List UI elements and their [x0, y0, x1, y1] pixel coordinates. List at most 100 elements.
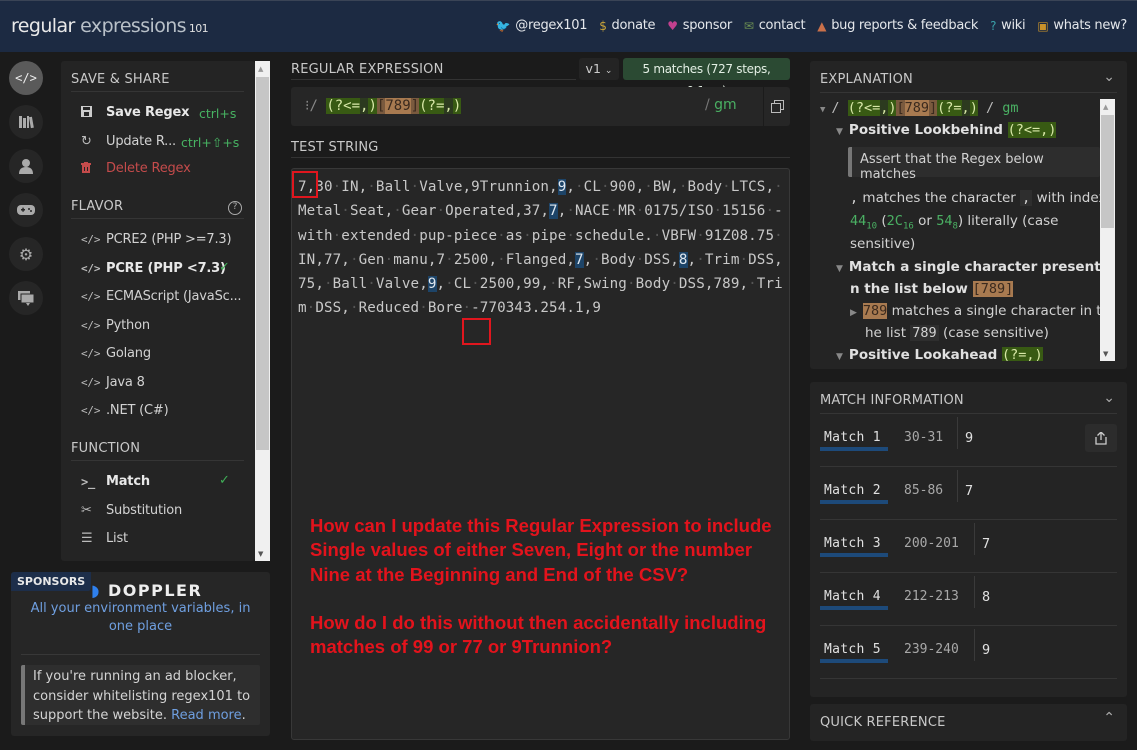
flavor-option[interactable]: </> ECMAScript (JavaSc... — [81, 289, 242, 304]
delete-regex-label: Delete Regex — [106, 161, 191, 176]
explanation-lookahead[interactable]: ▼ Positive Lookahead (?=,) — [836, 347, 1043, 361]
class-body: 789 — [910, 325, 939, 341]
function-substitution[interactable]: ✂ Substitution — [81, 503, 182, 518]
token-close: ) — [368, 98, 377, 114]
token-class-body: 789 — [385, 98, 411, 114]
lookbehind-label: Positive Lookbehind — [848, 122, 1008, 138]
scroll-down-arrow[interactable]: ▼ — [1103, 350, 1108, 358]
code-icon: </> — [81, 404, 101, 417]
chevron-down-icon[interactable]: ⌄ — [1103, 390, 1115, 406]
text: matches the character — [858, 190, 1021, 206]
function-match[interactable]: >_ Match — [81, 474, 150, 489]
flavor-option[interactable]: </> PCRE (PHP <7.3) — [81, 261, 226, 276]
editor-area: REGULAR EXPRESSION v1 ⌄ 5 matches (727 s… — [281, 52, 800, 750]
nav-bug-reports-feedback[interactable]: ▲ bug reports & feedback — [817, 18, 978, 33]
nav-label: @regex101 — [515, 18, 588, 33]
separator — [974, 629, 975, 661]
gear-icon[interactable]: ⚙ — [9, 237, 43, 271]
list-icon: ☰ — [81, 531, 93, 546]
copy-button[interactable] — [763, 87, 790, 126]
regex-input[interactable]: ⁝/ (?<=,)[789](?=,) / gm — [291, 87, 790, 126]
nav-label: contact — [758, 18, 806, 33]
save-regex-button[interactable]: Save Regex — [81, 105, 189, 120]
code-icon: </> — [81, 347, 101, 360]
match-row[interactable]: Match 3 200-201 7 — [820, 520, 1117, 573]
flavor-option[interactable]: </> PCRE2 (PHP >=7.3) — [81, 232, 232, 247]
left-panel-scrollbar[interactable]: ▲ ▼ — [255, 61, 270, 561]
function-list[interactable]: ☰ List — [81, 531, 128, 546]
triangle-down-icon[interactable]: ▼ — [820, 105, 825, 115]
code-icon: </> — [81, 318, 101, 332]
help-icon[interactable]: ? — [228, 201, 242, 215]
nav-label: bug reports & feedback — [831, 18, 979, 33]
regex-expression[interactable]: ⁝/ (?<=,)[789](?=,) — [305, 98, 462, 114]
explanation-class-body[interactable]: ▶ 789 matches a single character in t — [850, 303, 1100, 319]
token-class-close: ] — [410, 98, 420, 114]
explanation-class[interactable]: ▼ Match a single character present i — [836, 259, 1100, 275]
nav-label: whats new? — [1053, 18, 1127, 33]
logo[interactable]: regular expressions 101 — [11, 15, 209, 37]
chevron-down-icon[interactable]: ⌄ — [1103, 69, 1115, 85]
flavor-option[interactable]: </> Java 8 — [81, 375, 145, 390]
flavor-label: Python — [106, 317, 150, 333]
scroll-up-arrow[interactable]: ▲ — [1103, 103, 1108, 111]
match-label: Match 4 — [824, 589, 881, 604]
match-row[interactable]: Match 4 212-213 8 — [820, 573, 1117, 626]
text: or — [913, 213, 937, 229]
user-icon[interactable] — [9, 149, 43, 183]
match-underline — [820, 553, 888, 557]
sub: 16 — [902, 221, 914, 232]
flavor-option[interactable]: </> Golang — [81, 346, 151, 361]
code-icon[interactable]: </> — [9, 61, 43, 95]
nav-sponsor[interactable]: ♥ sponsor — [667, 18, 732, 33]
sponsor-tagline[interactable]: All your environment variables, in one p… — [21, 600, 260, 636]
test-string-editor[interactable]: 7,30·IN,·Ball·Valve,9Trunnion,9,·CL·900,… — [291, 168, 790, 740]
flavor-option[interactable]: </> Python — [81, 318, 150, 333]
version-select[interactable]: v1 ⌄ — [579, 58, 619, 80]
logo-101: 101 — [185, 22, 209, 35]
delimiter-close: / — [705, 97, 710, 113]
nav-regex101[interactable]: 🐦 @regex101 — [496, 18, 588, 33]
match-row[interactable]: Match 1 30-31 9 — [820, 414, 1117, 467]
triangle-down-icon[interactable]: ▼ — [836, 264, 843, 274]
delete-regex-button[interactable]: Delete Regex — [81, 161, 191, 176]
triangle-down-icon[interactable]: ▼ — [836, 127, 843, 137]
token-close: ) — [452, 98, 462, 114]
match-row[interactable]: Match 5 239-240 9 — [820, 626, 1117, 679]
triangle-right-icon[interactable]: ▶ — [850, 308, 857, 318]
scroll-up-arrow[interactable]: ▲ — [258, 65, 263, 73]
update-regex-button[interactable]: ↻ Update R... — [81, 134, 176, 149]
flavor-label: Golang — [106, 346, 151, 361]
nav-whats-new[interactable]: ▣ whats new? — [1037, 18, 1127, 33]
explanation-scrollbar[interactable]: ▲ ▼ — [1100, 99, 1115, 361]
test-string-text[interactable]: 7,30·IN,·Ball·Valve,9Trunnion,9,·CL·900,… — [298, 175, 783, 321]
nav-wiki[interactable]: ? wiki — [990, 18, 1026, 33]
triangle-down-icon[interactable]: ▼ — [836, 352, 843, 361]
library-icon[interactable] — [9, 105, 43, 139]
explanation-lookbehind[interactable]: ▼ Positive Lookbehind (?<=,) — [836, 122, 1057, 138]
scroll-down-arrow[interactable]: ▼ — [258, 550, 263, 558]
chevron-up-icon[interactable]: ⌃ — [1103, 710, 1115, 726]
regex-title: REGULAR EXPRESSION — [291, 62, 444, 77]
nav-donate[interactable]: $ donate — [599, 18, 655, 33]
match-row[interactable]: Match 2 85-86 7 — [820, 467, 1117, 520]
chat-icon[interactable] — [9, 281, 43, 315]
gamepad-icon[interactable] — [9, 193, 43, 227]
news-icon: ▣ — [1037, 18, 1049, 33]
flavor-option[interactable]: </> .NET (C#) — [81, 403, 169, 418]
update-regex-label: Update R... — [106, 134, 176, 149]
read-more-link[interactable]: Read more — [171, 708, 241, 723]
question-icon: ? — [990, 18, 997, 33]
regex-flags[interactable]: / gm — [705, 97, 737, 113]
explanation-panel: EXPLANATION ⌄ ▼ / (?<=,)[789](?=,) / gm ▼… — [810, 61, 1127, 369]
explanation-root[interactable]: ▼ / (?<=,)[789](?=,) / gm — [820, 100, 1018, 116]
token-comma: , — [444, 98, 453, 114]
scroll-thumb[interactable] — [1101, 115, 1114, 228]
doppler-logo[interactable]: ◗ DOPPLER — [91, 581, 202, 600]
text: ) literally (case — [957, 213, 1059, 229]
scroll-thumb[interactable] — [256, 77, 269, 450]
assert-note: Assert that the Regex below matches — [848, 147, 1100, 182]
separator — [957, 417, 958, 449]
nav-contact[interactable]: ✉ contact — [744, 18, 806, 33]
function-title: FUNCTION — [71, 441, 141, 456]
